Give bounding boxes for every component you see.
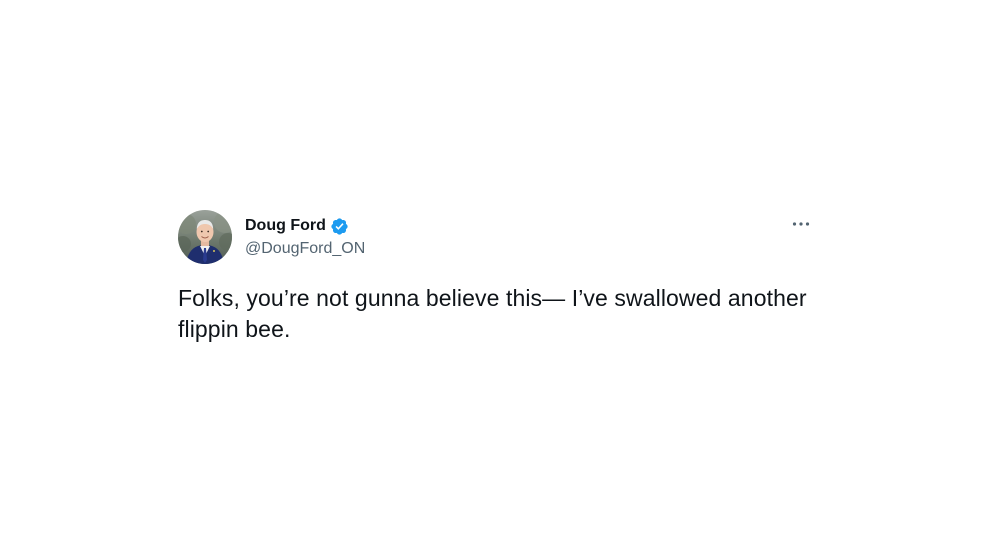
more-options-icon xyxy=(792,222,810,226)
author-name-row: Doug Ford xyxy=(245,215,349,237)
author-handle[interactable]: @DougFord_ON xyxy=(245,239,365,259)
page: Doug Ford @DougFord_ON Folks, you’re not… xyxy=(0,0,986,553)
avatar[interactable] xyxy=(178,210,232,264)
avatar-image xyxy=(178,210,232,264)
verified-badge-icon xyxy=(330,217,349,236)
display-name[interactable]: Doug Ford xyxy=(245,216,326,236)
tweet-text: Folks, you’re not gunna believe this— I’… xyxy=(178,285,807,342)
more-options-button[interactable] xyxy=(788,214,814,234)
